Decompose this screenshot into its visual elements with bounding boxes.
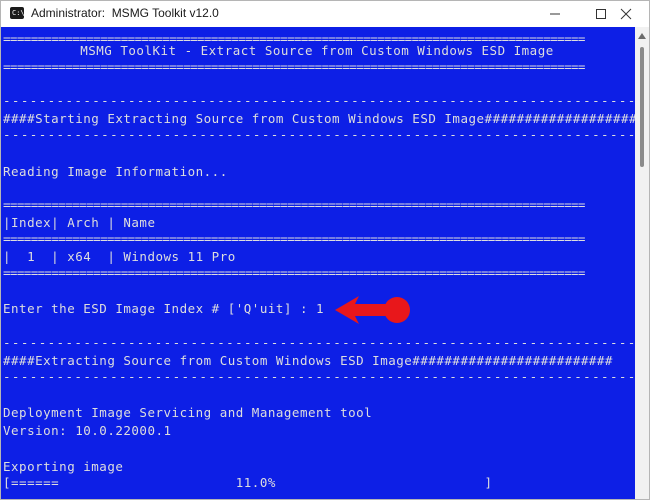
console-output[interactable]: ========================================… [1,27,635,499]
image-index-prompt[interactable]: Enter the ESD Image Index # ['Q'uit] : 1 [3,301,324,317]
export-progress-bar: [====== 11.0% ] [3,475,493,490]
starting-extract-line: ####Starting Extracting Source from Cust… [3,111,635,126]
close-button[interactable] [603,1,649,27]
window-title: Administrator: MSMG Toolkit v12.0 [31,6,219,20]
separator-dashes: ----------------------------------------… [3,335,635,350]
dism-version-line: Version: 10.0.22000.1 [3,423,172,438]
separator-equals: ========================================… [3,231,585,246]
scroll-up-arrow-icon[interactable] [638,33,646,39]
vertical-scrollbar[interactable] [635,27,649,499]
close-icon [620,8,632,20]
separator-dashes: ----------------------------------------… [3,369,635,384]
toolkit-header: MSMG ToolKit - Extract Source from Custo… [80,43,554,58]
scrollbar-thumb[interactable] [640,47,644,167]
dism-title-line: Deployment Image Servicing and Managemen… [3,405,373,420]
separator-equals: ========================================… [3,265,585,280]
minimize-icon [550,13,560,15]
reading-info-line: Reading Image Information... [3,164,228,179]
separator-dashes: ----------------------------------------… [3,127,635,142]
image-table-row: | 1 | x64 | Windows 11 Pro [3,249,236,264]
console-app-icon-text: C:\ [12,9,25,17]
title-bar[interactable]: C:\ Administrator: MSMG Toolkit v12.0 [1,1,649,27]
separator-dashes: ----------------------------------------… [3,93,635,108]
separator-equals: ========================================… [3,59,585,74]
red-pointer-arrow-icon [335,296,410,324]
image-table-header: |Index| Arch | Name [3,215,156,230]
console-app-icon[interactable]: C:\ [10,7,25,19]
exporting-image-line: Exporting image [3,459,124,474]
extracting-source-line: ####Extracting Source from Custom Window… [3,353,613,368]
console-window: C:\ Administrator: MSMG Toolkit v12.0 ==… [0,0,650,500]
separator-equals: ========================================… [3,197,585,212]
minimize-button[interactable] [532,1,578,27]
